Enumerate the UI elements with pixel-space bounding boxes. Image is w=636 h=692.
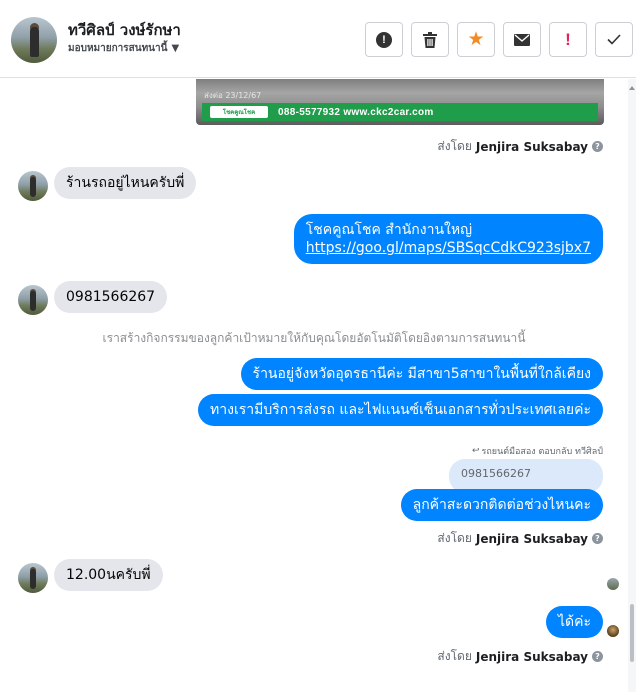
contact-avatar[interactable]	[11, 17, 57, 63]
sender-name: Jenjira Suksabay	[475, 531, 588, 546]
inbox-conversation: ทวีศิลป์ วงษ์รักษา มอบหมายการสนทนานี้ ▼ …	[0, 0, 636, 692]
envelope-icon	[514, 33, 530, 46]
outgoing-message[interactable]: ทางเรามีบริการส่งรถ และไฟแนนซ์เซ็นเอกสาร…	[198, 394, 603, 426]
ad-image-band: โชคคูณโชค 088-5577932 www.ckc2car.com	[202, 103, 598, 121]
exclamation-circle-icon: !	[376, 31, 392, 48]
avatar-figure-body	[30, 27, 39, 57]
contact-avatar-small[interactable]	[18, 171, 48, 201]
reply-meta-text: รถยนต์มือสอง ตอบกลับ ทวีศิลป์	[481, 447, 603, 457]
sent-by-prefix: ส่งโดย	[437, 531, 472, 545]
avatar-figure-body	[30, 569, 36, 589]
outgoing-message[interactable]: โชคคูณโชค สำนักงานใหญ่ https://goo.gl/ma…	[293, 214, 603, 264]
ad-logo: โชคคูณโชค	[210, 106, 268, 118]
sent-by-prefix: ส่งโดย	[437, 649, 472, 663]
shared-ad-image[interactable]: ส่งต่อ 23/12/67 โชคคูณโชค 088-5577932 ww…	[196, 79, 604, 125]
assign-label: มอบหมายการสนทนานี้	[68, 43, 168, 54]
star-button[interactable]: ★	[457, 22, 495, 57]
sender-name: Jenjira Suksabay	[475, 139, 588, 154]
mark-done-button[interactable]	[595, 22, 633, 57]
caret-down-icon: ▼	[171, 43, 180, 54]
contact-avatar-small[interactable]	[18, 563, 48, 593]
sent-by-label: ส่งโดย Jenjira Suksabay ?	[437, 529, 603, 548]
message-thread[interactable]: ส่งต่อ 23/12/67 โชคคูณโชค 088-5577932 ww…	[0, 79, 628, 692]
incoming-message[interactable]: ร้านรถอยู่ไหนครับพี่	[54, 167, 197, 199]
sent-by-label: ส่งโดย Jenjira Suksabay ?	[437, 137, 603, 156]
message-line: โชคคูณโชค สำนักงานใหญ่	[305, 222, 473, 238]
outgoing-message[interactable]: ได้ค่ะ	[545, 606, 603, 638]
scrollbar-track[interactable]	[628, 79, 636, 692]
avatar-figure-body	[30, 177, 36, 197]
sender-name: Jenjira Suksabay	[475, 649, 588, 664]
red-exclamation-icon: !	[565, 29, 571, 49]
read-receipt-avatar	[607, 625, 619, 637]
trash-icon	[423, 31, 437, 48]
ad-image-date: ส่งต่อ 23/12/67	[204, 91, 262, 100]
outgoing-message[interactable]: ลูกค้าสะดวกติดต่อช่วงไหนคะ	[400, 489, 603, 521]
help-icon[interactable]: ?	[592, 651, 603, 662]
quoted-message[interactable]: 0981566267	[449, 459, 603, 493]
sent-by-prefix: ส่งโดย	[437, 139, 472, 153]
sent-by-label: ส่งโดย Jenjira Suksabay ?	[437, 647, 603, 666]
system-notice: เราสร้างกิจกรรมของลูกค้าเป้าหมายให้กับคุ…	[102, 331, 526, 345]
spam-button[interactable]: !	[365, 22, 403, 57]
conversation-header: ทวีศิลป์ วงษ์รักษา มอบหมายการสนทนานี้ ▼ …	[0, 0, 636, 78]
star-icon: ★	[467, 28, 485, 50]
mark-unread-button[interactable]	[503, 22, 541, 57]
incoming-message[interactable]: 0981566267	[54, 281, 168, 313]
contact-name[interactable]: ทวีศิลป์ วงษ์รักษา	[68, 18, 181, 42]
avatar-figure-body	[30, 291, 36, 311]
follow-up-button[interactable]: !	[549, 22, 587, 57]
assign-conversation-dropdown[interactable]: มอบหมายการสนทนานี้ ▼	[68, 41, 179, 56]
help-icon[interactable]: ?	[592, 533, 603, 544]
incoming-message[interactable]: 12.00นครับพี่	[54, 559, 163, 591]
header-actions: ! ★ !	[365, 22, 633, 57]
contact-avatar-small[interactable]	[18, 285, 48, 315]
help-icon[interactable]: ?	[592, 141, 603, 152]
reply-meta: ↩ รถยนต์มือสอง ตอบกลับ ทวีศิลป์	[472, 444, 603, 458]
delete-button[interactable]	[411, 22, 449, 57]
outgoing-message[interactable]: ร้านอยู่จังหวัดอุดรธานีค่ะ มีสาขา5สาขาใน…	[240, 358, 603, 390]
reply-icon: ↩	[471, 446, 480, 456]
map-link[interactable]: https://goo.gl/maps/SBSqcCdkC923sjbx7	[306, 240, 591, 256]
scroll-up-arrow-icon[interactable]	[629, 86, 635, 90]
read-receipt-avatar	[607, 578, 619, 590]
ad-caption: 088-5577932 www.ckc2car.com	[278, 106, 434, 118]
scrollbar-thumb[interactable]	[630, 604, 634, 662]
checkmark-icon	[607, 34, 621, 45]
